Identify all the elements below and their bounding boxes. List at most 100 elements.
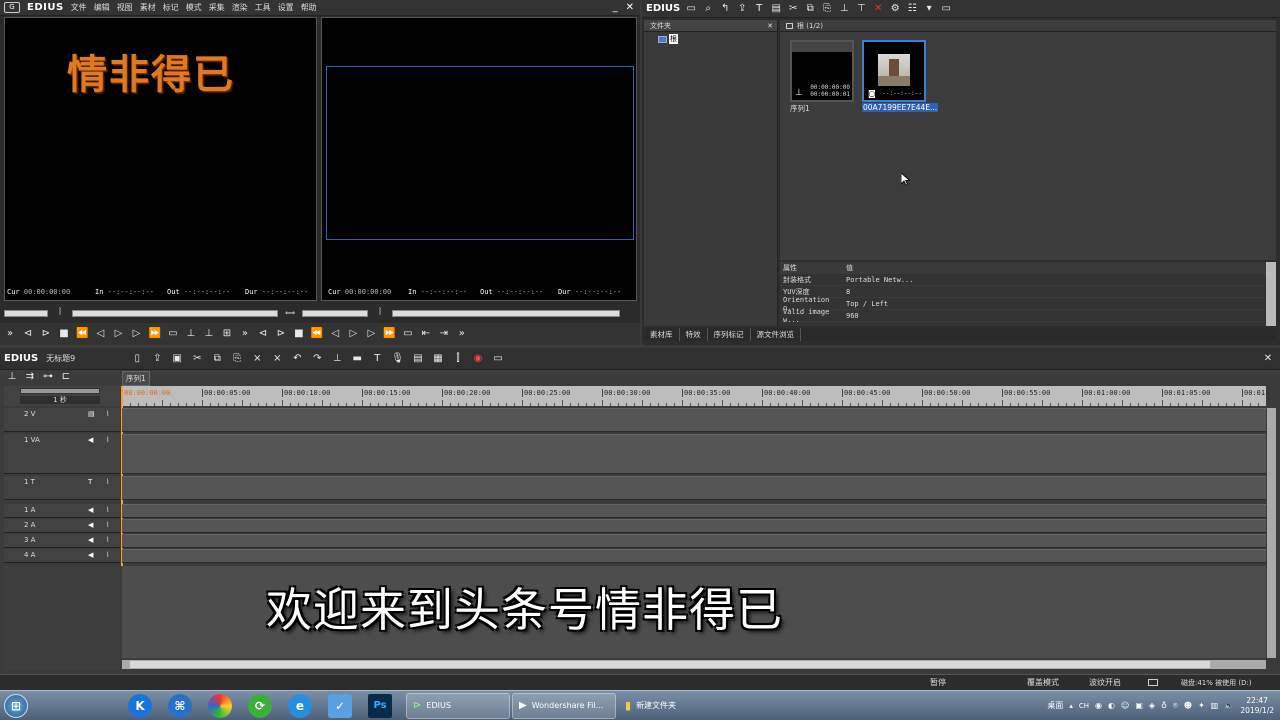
folder-tree-close-icon[interactable]: ✕ — [767, 22, 773, 30]
task-edius[interactable]: ⊳ EDIUS — [406, 692, 510, 719]
set-in-icon[interactable]: ⊲ — [22, 328, 34, 341]
timeline-hscrollbar[interactable] — [122, 660, 1266, 669]
folder-root-item[interactable]: 根 — [658, 34, 777, 44]
recorder-position-slider[interactable] — [392, 309, 620, 317]
rec-set-out-icon[interactable]: ⊳ — [275, 328, 287, 341]
speaker-icon[interactable]: ◀ — [88, 436, 93, 444]
track-tool-1-icon[interactable]: ⊥ — [6, 371, 18, 384]
cut-icon[interactable]: ✂ — [787, 2, 799, 15]
sync-toggle-icon[interactable]: ⌇ — [106, 436, 109, 444]
desktop-label[interactable]: 桌面 — [1047, 700, 1063, 711]
menu-capture[interactable]: 采集 — [209, 2, 225, 13]
delete-icon[interactable]: ✕ — [872, 2, 884, 15]
rec-step-forward-icon[interactable]: ▷ — [365, 328, 377, 341]
step-back-icon[interactable]: ◁ — [94, 328, 106, 341]
track-lane[interactable] — [122, 408, 1266, 432]
new-sequence-icon[interactable]: ▯ — [131, 352, 143, 365]
sync-toggle-icon[interactable]: ⌇ — [106, 478, 109, 486]
chrome-icon[interactable] — [208, 693, 232, 718]
volume-icon[interactable]: 🔈 — [1224, 701, 1234, 710]
next-edit-icon[interactable]: ⇥ — [438, 328, 450, 341]
tray-icon-7[interactable]: ⌾ — [1173, 701, 1178, 711]
track-header[interactable]: 1 VA ◀ ⌇ — [4, 434, 120, 474]
menu-settings[interactable]: 设置 — [278, 2, 294, 13]
track-lane[interactable] — [122, 549, 1266, 563]
green-app-icon[interactable]: ⟳ — [248, 693, 272, 718]
search-icon[interactable]: ⌕ — [702, 2, 714, 15]
menu-file[interactable]: 文件 — [71, 2, 87, 13]
recorder-jog-icon[interactable]: ⦚ — [374, 307, 386, 320]
track-header[interactable]: 1 A ◀ ⌇ — [4, 504, 120, 518]
track-lock-icon[interactable]: ▤ — [88, 410, 95, 418]
track-header[interactable]: 4 A ◀ ⌇ — [4, 549, 120, 563]
tray-icon-6[interactable]: ♁ — [1161, 701, 1167, 710]
rec-set-in-icon[interactable]: ⊲ — [257, 328, 269, 341]
tray-icon-8[interactable]: ☻ — [1184, 701, 1192, 710]
undo-icon[interactable]: ↶ — [291, 352, 303, 365]
track-header[interactable]: 1 T T ⌇ — [4, 476, 120, 500]
menu-clip[interactable]: 素材 — [140, 2, 156, 13]
kugou-icon[interactable]: K — [128, 693, 152, 718]
up-folder-icon[interactable]: ↰ — [719, 2, 731, 15]
snap-icon[interactable]: ▬ — [351, 352, 363, 365]
add-cut-icon[interactable]: ⊥ — [331, 352, 343, 365]
minimize-icon[interactable]: _ — [613, 2, 618, 13]
sync-toggle-icon[interactable]: ⌇ — [106, 521, 109, 529]
menu-render[interactable]: 渲染 — [232, 2, 248, 13]
tab-sequence-markers[interactable]: 序列标记 — [708, 328, 751, 341]
speaker-icon[interactable]: ◀ — [88, 506, 93, 514]
network-icon[interactable]: ▥ — [1211, 701, 1219, 710]
timeline-close-icon[interactable]: ✕ — [1262, 352, 1274, 365]
photoshop-icon[interactable]: Ps — [368, 693, 392, 718]
player-monitor[interactable]: 情非得已 Cur 00:00:00:00 In --:--:--:-- Out … — [4, 17, 317, 301]
track-header[interactable]: 2 A ◀ ⌇ — [4, 519, 120, 533]
player-shuttle-slider[interactable] — [4, 309, 48, 317]
task-folder[interactable]: ▮ 新建文件夹 — [618, 693, 722, 719]
track-lane[interactable] — [122, 504, 1266, 518]
rec-step-back-icon[interactable]: ◁ — [329, 328, 341, 341]
menu-view[interactable]: 视图 — [117, 2, 133, 13]
rewind-icon[interactable]: ⏪ — [76, 328, 88, 341]
properties-scrollbar[interactable] — [1266, 262, 1276, 326]
rec-fast-forward-icon[interactable]: ⏩ — [383, 328, 395, 341]
tray-icon-2[interactable]: ◐ — [1108, 701, 1115, 710]
mail-app-icon[interactable]: ✓ — [328, 693, 352, 718]
language-indicator[interactable]: CH — [1079, 702, 1089, 710]
sync-toggle-icon[interactable]: ⌇ — [106, 536, 109, 544]
track-header[interactable]: 2 V ▤ ⌇ — [4, 408, 120, 432]
clip-image[interactable]: ◙ --:--:--:-- 00A7199EE7E44E... — [862, 40, 939, 112]
folder-icon[interactable]: ▭ — [685, 2, 697, 15]
step-forward-icon[interactable]: ▷ — [130, 328, 142, 341]
track-lane[interactable] — [122, 476, 1266, 500]
menu-help[interactable]: 帮助 — [301, 2, 317, 13]
monitor-icon[interactable]: ▭ — [492, 352, 504, 365]
menu-marker[interactable]: 标记 — [163, 2, 179, 13]
tab-effects[interactable]: 特效 — [680, 328, 708, 341]
scale-select[interactable]: 1 秒 — [20, 396, 100, 404]
tray-icon-4[interactable]: ▣ — [1135, 701, 1143, 710]
sync-icon[interactable]: ⟺ — [284, 307, 296, 320]
play-icon[interactable]: ▷ — [112, 328, 124, 341]
view-mode-icon[interactable]: ☷ — [906, 2, 918, 15]
paste-icon[interactable]: ⎘ — [821, 2, 833, 15]
stop-icon[interactable]: ■ — [58, 328, 70, 341]
add-to-bin-icon[interactable]: ⊞ — [221, 328, 233, 341]
track-tool-2-icon[interactable]: ⇉ — [24, 371, 36, 384]
sync-toggle-icon[interactable]: ⌇ — [106, 506, 109, 514]
add-color-icon[interactable]: ▤ — [770, 2, 782, 15]
paste-icon[interactable]: ⎘ — [231, 352, 243, 365]
menu-tools[interactable]: 工具 — [255, 2, 271, 13]
recorder-shuttle-slider[interactable] — [302, 309, 368, 317]
timeline-ruler[interactable]: 00:00:00:00 00:00:05:00 00:00:10:00 00:00:1… — [122, 386, 1269, 406]
sync-toggle-icon[interactable]: ⌇ — [106, 551, 109, 559]
prev-edit-icon[interactable]: ⇤ — [420, 328, 432, 341]
more-mid-icon[interactable]: » — [239, 328, 251, 341]
mixer-icon[interactable]: ⫿ — [452, 352, 464, 365]
track-tool-3-icon[interactable]: ⊶ — [42, 371, 54, 384]
network-app-icon[interactable]: ⌘ — [168, 693, 192, 718]
track-tool-4-icon[interactable]: ⊏ — [60, 371, 72, 384]
speaker-icon[interactable]: ◀ — [88, 551, 93, 559]
track-lane[interactable] — [122, 434, 1266, 474]
grid-icon[interactable]: ▦ — [432, 352, 444, 365]
record-icon[interactable]: ◉ — [472, 352, 484, 365]
